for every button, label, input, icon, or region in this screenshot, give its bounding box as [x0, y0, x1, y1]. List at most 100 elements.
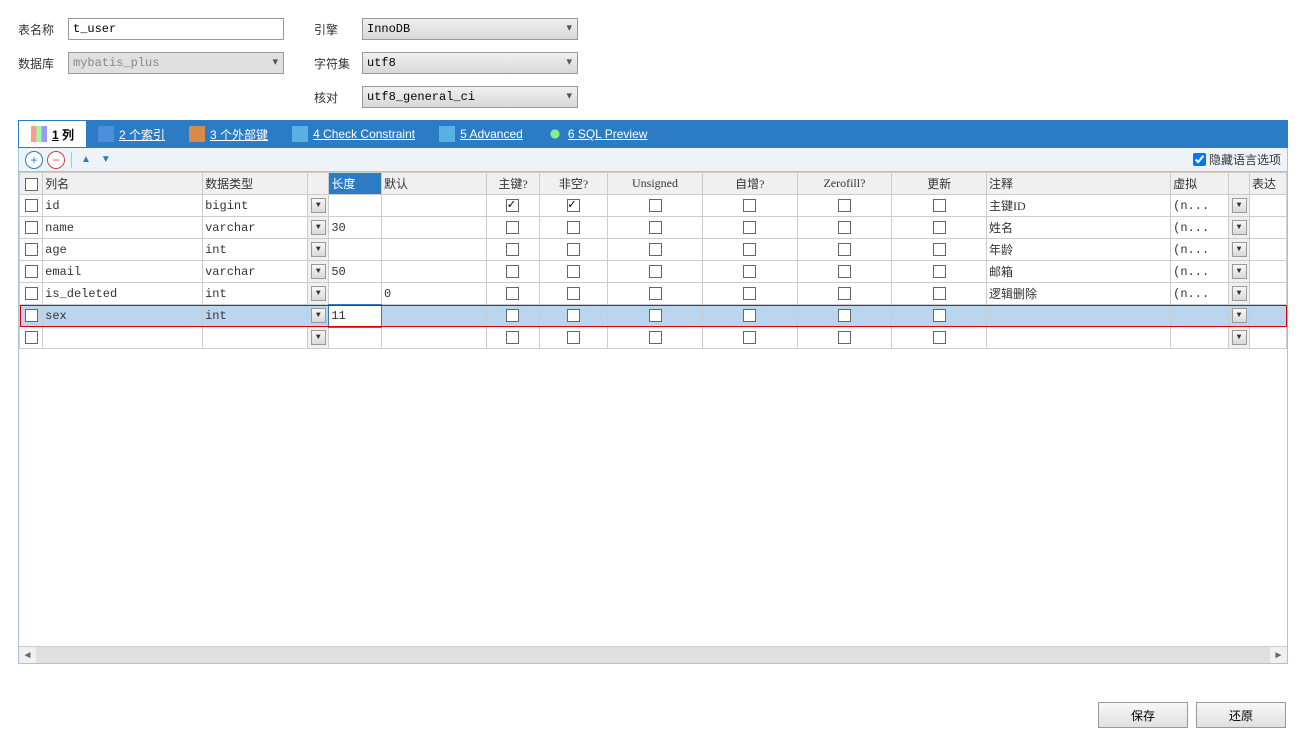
- tab-check-constraint[interactable]: 4 Check Constraint: [280, 121, 427, 147]
- cell-data-type[interactable]: varchar: [203, 217, 308, 239]
- cell-expr[interactable]: [1250, 283, 1287, 305]
- cell-column-name[interactable]: id: [43, 195, 203, 217]
- row-select-checkbox[interactable]: [25, 221, 38, 234]
- cell-column-name[interactable]: name: [43, 217, 203, 239]
- row-select-checkbox[interactable]: [25, 309, 38, 322]
- cell-virtual[interactable]: (n...: [1171, 283, 1229, 305]
- virtual-dropdown-button[interactable]: ▼: [1232, 308, 1247, 323]
- cell-comment[interactable]: 年龄: [986, 239, 1170, 261]
- checkbox[interactable]: [649, 199, 662, 212]
- checkbox[interactable]: [838, 199, 851, 212]
- header-comment[interactable]: 注释: [986, 173, 1170, 195]
- checkbox[interactable]: [567, 199, 580, 212]
- cell-virtual[interactable]: [1171, 327, 1229, 349]
- checkbox[interactable]: [933, 331, 946, 344]
- cell-default[interactable]: [381, 217, 486, 239]
- checkbox[interactable]: [933, 309, 946, 322]
- cell-expr[interactable]: [1250, 195, 1287, 217]
- header-length[interactable]: 长度: [329, 173, 382, 195]
- move-up-button[interactable]: ▲: [78, 154, 94, 165]
- cell-length[interactable]: [329, 195, 382, 217]
- row-select-checkbox[interactable]: [25, 243, 38, 256]
- cell-comment[interactable]: 邮箱: [986, 261, 1170, 283]
- cell-default[interactable]: [381, 195, 486, 217]
- row-select-checkbox[interactable]: [25, 287, 38, 300]
- tab-advanced[interactable]: 5 Advanced: [427, 121, 535, 147]
- checkbox[interactable]: [649, 309, 662, 322]
- checkbox[interactable]: [506, 331, 519, 344]
- cell-default[interactable]: [381, 327, 486, 349]
- checkbox[interactable]: [567, 243, 580, 256]
- virtual-dropdown-button[interactable]: ▼: [1232, 242, 1247, 257]
- virtual-dropdown-button[interactable]: ▼: [1232, 220, 1247, 235]
- checkbox[interactable]: [506, 243, 519, 256]
- cell-default[interactable]: [381, 261, 486, 283]
- checkbox[interactable]: [743, 199, 756, 212]
- cell-length[interactable]: 50: [329, 261, 382, 283]
- cell-virtual[interactable]: [1171, 305, 1229, 327]
- scroll-right-arrow[interactable]: ►: [1270, 647, 1287, 664]
- row-select-checkbox[interactable]: [25, 199, 38, 212]
- header-default[interactable]: 默认: [381, 173, 486, 195]
- cell-virtual[interactable]: (n...: [1171, 261, 1229, 283]
- checkbox[interactable]: [933, 243, 946, 256]
- checkbox[interactable]: [649, 221, 662, 234]
- cell-comment[interactable]: 主键ID: [986, 195, 1170, 217]
- checkbox[interactable]: [743, 309, 756, 322]
- tab-indexes[interactable]: 2 个索引: [86, 121, 177, 147]
- scroll-left-arrow[interactable]: ◄: [19, 647, 36, 664]
- cell-data-type[interactable]: int: [203, 305, 308, 327]
- cell-expr[interactable]: [1250, 239, 1287, 261]
- checkbox[interactable]: [567, 309, 580, 322]
- type-dropdown-button[interactable]: ▼: [311, 330, 326, 345]
- virtual-dropdown-button[interactable]: ▼: [1232, 286, 1247, 301]
- type-dropdown-button[interactable]: ▼: [311, 198, 326, 213]
- checkbox[interactable]: [506, 221, 519, 234]
- type-dropdown-button[interactable]: ▼: [311, 308, 326, 323]
- tab-foreign-keys[interactable]: 3 个外部键: [177, 121, 280, 147]
- collation-select[interactable]: [362, 86, 578, 108]
- cell-column-name[interactable]: email: [43, 261, 203, 283]
- checkbox[interactable]: [933, 265, 946, 278]
- cell-comment[interactable]: 姓名: [986, 217, 1170, 239]
- checkbox[interactable]: [933, 287, 946, 300]
- checkbox[interactable]: [743, 287, 756, 300]
- checkbox[interactable]: [743, 265, 756, 278]
- cell-data-type[interactable]: varchar: [203, 261, 308, 283]
- header-on-update[interactable]: 更新: [892, 173, 987, 195]
- cell-column-name[interactable]: [43, 327, 203, 349]
- checkbox[interactable]: [567, 221, 580, 234]
- hide-language-checkbox[interactable]: 隐藏语言选项: [1193, 151, 1281, 168]
- type-dropdown-button[interactable]: ▼: [311, 220, 326, 235]
- table-row[interactable]: is_deletedint▼0逻辑删除(n...▼: [20, 283, 1287, 305]
- checkbox[interactable]: [838, 331, 851, 344]
- cell-virtual[interactable]: (n...: [1171, 239, 1229, 261]
- cell-comment[interactable]: [986, 305, 1170, 327]
- cell-expr[interactable]: [1250, 217, 1287, 239]
- cell-expr[interactable]: [1250, 327, 1287, 349]
- cell-default[interactable]: 0: [381, 283, 486, 305]
- checkbox[interactable]: [506, 287, 519, 300]
- save-button[interactable]: 保存: [1098, 702, 1188, 728]
- checkbox[interactable]: [567, 287, 580, 300]
- move-down-button[interactable]: ▼: [98, 154, 114, 165]
- virtual-dropdown-button[interactable]: ▼: [1232, 198, 1247, 213]
- header-pk[interactable]: 主键?: [487, 173, 540, 195]
- cell-column-name[interactable]: is_deleted: [43, 283, 203, 305]
- cell-virtual[interactable]: (n...: [1171, 217, 1229, 239]
- row-select-checkbox[interactable]: [25, 265, 38, 278]
- type-dropdown-button[interactable]: ▼: [311, 286, 326, 301]
- header-not-null[interactable]: 非空?: [539, 173, 607, 195]
- cell-column-name[interactable]: age: [43, 239, 203, 261]
- virtual-dropdown-button[interactable]: ▼: [1232, 330, 1247, 345]
- checkbox[interactable]: [743, 221, 756, 234]
- revert-button[interactable]: 还原: [1196, 702, 1286, 728]
- table-row[interactable]: idbigint▼主键ID(n...▼: [20, 195, 1287, 217]
- cell-virtual[interactable]: (n...: [1171, 195, 1229, 217]
- type-dropdown-button[interactable]: ▼: [311, 242, 326, 257]
- horizontal-scrollbar[interactable]: ◄ ►: [19, 646, 1287, 663]
- cell-length[interactable]: 30: [329, 217, 382, 239]
- cell-comment[interactable]: [986, 327, 1170, 349]
- checkbox[interactable]: [838, 309, 851, 322]
- header-column-name[interactable]: 列名: [43, 173, 203, 195]
